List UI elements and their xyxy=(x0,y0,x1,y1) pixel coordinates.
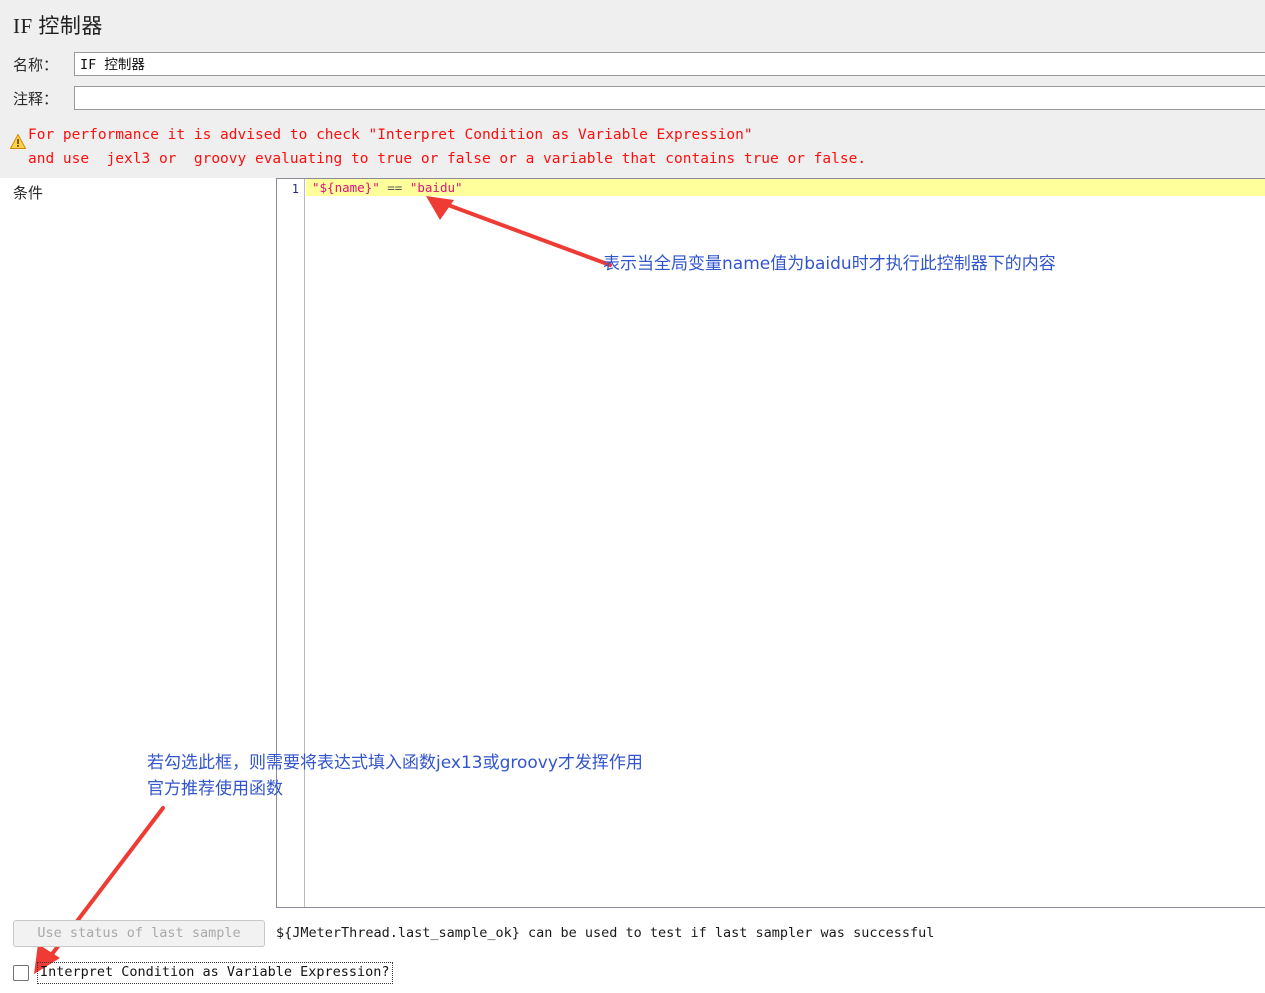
name-label: 名称： xyxy=(13,58,59,74)
code-token-string-literal: "baidu" xyxy=(409,180,463,195)
code-token-operator: == xyxy=(379,180,410,195)
header-panel: IF 控制器 名称： IF 控制器 注释： For performance it… xyxy=(0,0,1265,178)
code-token-variable-expression: "${name}" xyxy=(312,180,380,195)
last-sample-hint-text: ${JMeterThread.last_sample_ok} can be us… xyxy=(276,925,935,941)
interpret-condition-checkbox-row[interactable]: Interpret Condition as Variable Expressi… xyxy=(13,960,393,986)
warning-text-line-1: For performance it is advised to check "… xyxy=(28,127,753,143)
use-status-of-last-sample-button[interactable]: Use status of last sample xyxy=(13,920,265,947)
annotation-checkbox-note-line-2: 官方推荐使用函数 xyxy=(147,779,283,799)
code-line-1[interactable]: "${name}" == "baidu" xyxy=(306,179,1265,196)
annotation-checkbox-note-line-1: 若勾选此框，则需要将表达式填入函数jex13或groovy才发挥作用 xyxy=(147,753,643,773)
page-title: IF 控制器 xyxy=(13,14,103,38)
annotation-checkbox-note: 若勾选此框，则需要将表达式填入函数jex13或groovy才发挥作用 官方推荐使用… xyxy=(147,750,643,802)
comment-label: 注释： xyxy=(13,92,59,108)
condition-label: 条件 xyxy=(13,186,44,202)
annotation-arrow-to-checkbox xyxy=(34,806,165,974)
comment-input[interactable] xyxy=(74,86,1265,110)
interpret-condition-checkbox-label[interactable]: Interpret Condition as Variable Expressi… xyxy=(37,962,393,984)
warning-triangle-icon xyxy=(10,134,26,149)
warning-text: For performance it is advised to check "… xyxy=(28,123,866,171)
name-input[interactable]: IF 控制器 xyxy=(74,52,1265,76)
line-number-1: 1 xyxy=(291,182,299,196)
interpret-condition-checkbox[interactable] xyxy=(13,965,29,981)
warning-text-line-2: and use jexl3 or groovy evaluating to tr… xyxy=(28,151,867,167)
warning-banner: For performance it is advised to check "… xyxy=(0,123,1265,173)
annotation-condition-note: 表示当全局变量name值为baidu时才执行此控制器下的内容 xyxy=(603,254,1056,274)
